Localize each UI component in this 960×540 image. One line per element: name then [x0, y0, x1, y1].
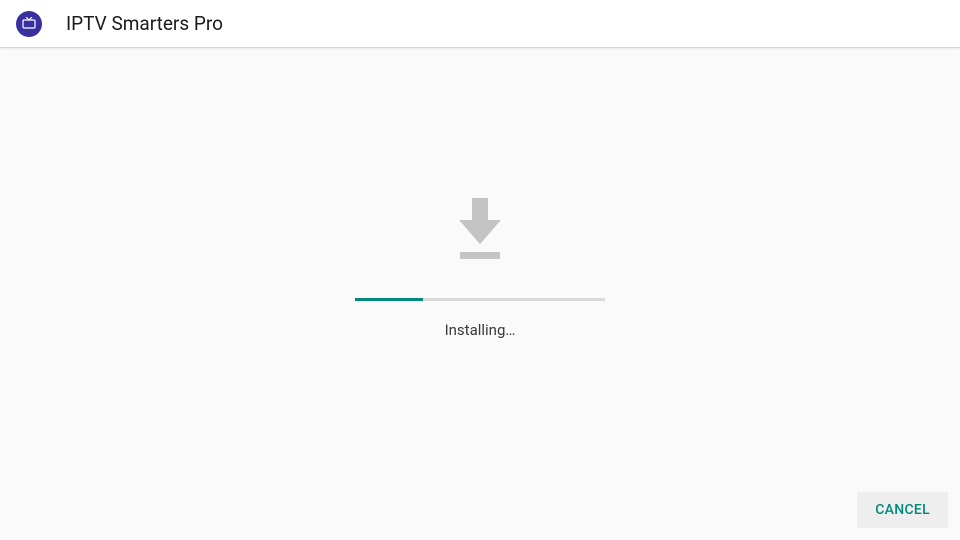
- app-icon: [16, 11, 42, 37]
- tv-icon: [22, 17, 36, 31]
- footer: CANCEL: [857, 492, 948, 528]
- install-status-label: Installing…: [445, 321, 516, 339]
- app-title: IPTV Smarters Pro: [66, 12, 223, 35]
- app-header: IPTV Smarters Pro: [0, 0, 960, 48]
- install-progress-fill: [355, 298, 423, 301]
- cancel-button[interactable]: CANCEL: [857, 492, 948, 528]
- download-icon: [453, 198, 507, 266]
- install-progress-bar: [355, 298, 605, 301]
- install-content: Installing…: [0, 48, 960, 540]
